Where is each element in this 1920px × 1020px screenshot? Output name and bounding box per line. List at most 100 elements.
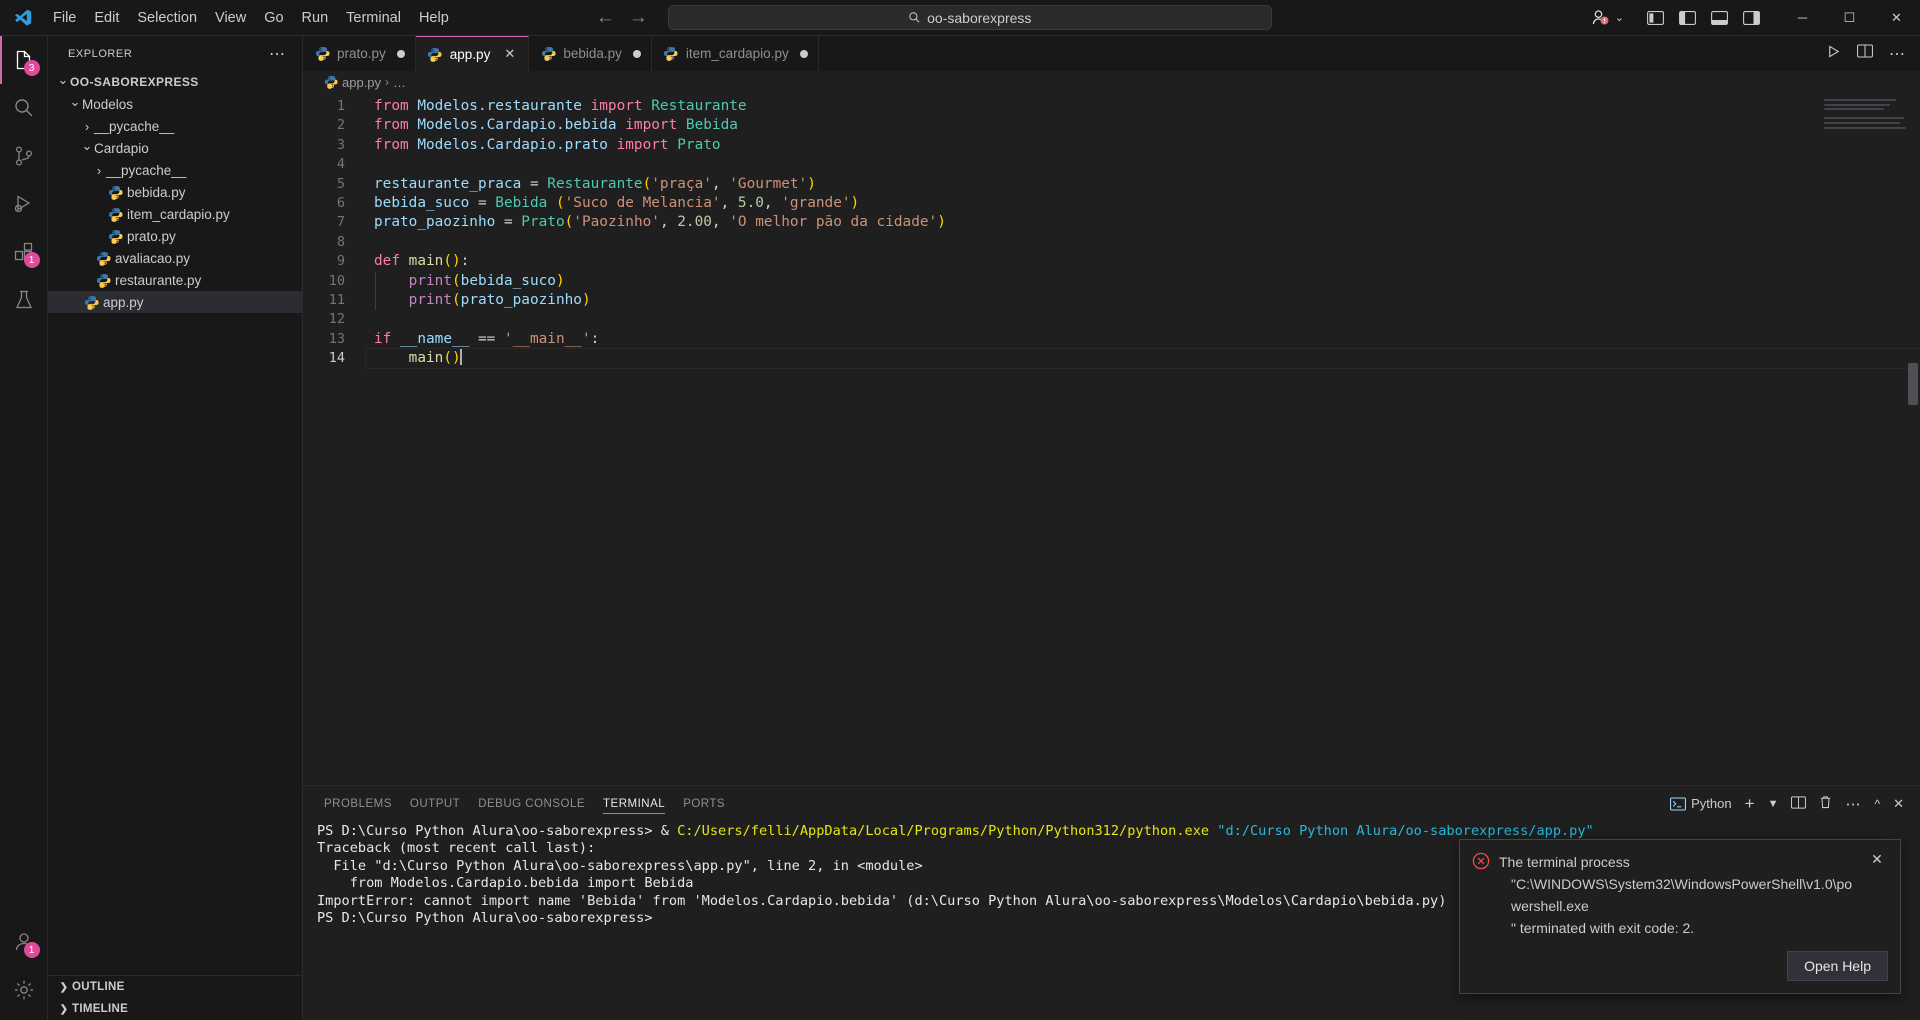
- chevron-up-icon[interactable]: ^: [1874, 797, 1880, 811]
- activity-item-explorer[interactable]: 3: [0, 36, 48, 84]
- code-line[interactable]: print(prato_paozinho): [366, 290, 1920, 311]
- code-token: Prato: [677, 136, 721, 153]
- chevron-right-icon: ❯: [59, 981, 69, 993]
- tree-item-oo-saborexpress[interactable]: ⌄ OO-SABOREXPRESS: [48, 71, 302, 93]
- notification-toast[interactable]: The terminal process "C:\WINDOWS\System3…: [1459, 839, 1901, 994]
- panel-tab-debug-console[interactable]: DEBUG CONSOLE: [469, 786, 594, 821]
- layout-panel-left-icon[interactable]: [1646, 9, 1665, 26]
- tree-item--pycache-[interactable]: › __pycache__: [48, 159, 302, 181]
- arrow-right-icon[interactable]: →: [629, 8, 648, 27]
- unsaved-indicator-icon[interactable]: [799, 49, 808, 58]
- activity-item-accounts[interactable]: 1: [0, 918, 48, 966]
- close-icon[interactable]: ✕: [1893, 796, 1904, 812]
- menu-run[interactable]: Run: [293, 0, 338, 35]
- menu-file[interactable]: File: [44, 0, 85, 35]
- beaker-icon: [15, 290, 32, 309]
- minimap[interactable]: [1824, 99, 1906, 137]
- code-line[interactable]: print(bebida_suco): [366, 271, 1920, 291]
- panel-tab-bar: PROBLEMS OUTPUT DEBUG CONSOLE TERMINAL P…: [303, 786, 1920, 821]
- editor-scrollbar[interactable]: [1906, 93, 1920, 785]
- layout-sidebar-right-icon[interactable]: [1742, 9, 1761, 26]
- section-outline[interactable]: ❯ OUTLINE: [48, 976, 302, 998]
- code-line[interactable]: [366, 155, 1920, 174]
- editor-tab-item-cardapio-py[interactable]: item_cardapio.py: [651, 36, 819, 71]
- more-actions-icon[interactable]: ⋯: [1845, 795, 1861, 813]
- menu-selection[interactable]: Selection: [128, 0, 206, 35]
- tree-item-prato-py[interactable]: ›prato.py: [48, 225, 302, 247]
- minimap-line: [1824, 121, 1900, 124]
- section-timeline[interactable]: ❯ TIMELINE: [48, 998, 302, 1020]
- tree-item-bebida-py[interactable]: ›bebida.py: [48, 181, 302, 203]
- tree-item-item-cardapio-py[interactable]: ›item_cardapio.py: [48, 203, 302, 225]
- more-actions-icon[interactable]: ⋯: [1889, 44, 1906, 64]
- chevron-down-icon[interactable]: ▼: [1768, 798, 1779, 810]
- code-editor[interactable]: 1 2 3 4 5 6 7 8 9 10 11 12 13 14 from Modelos.restaur…: [303, 93, 1920, 785]
- code-line[interactable]: prato_paozinho = Prato('Paozinho', 2.00,…: [366, 213, 1920, 232]
- more-actions-icon[interactable]: ⋯: [269, 44, 294, 64]
- command-center-search[interactable]: oo-saborexpress: [667, 5, 1272, 30]
- code-line[interactable]: from Modelos.restaurante import Restaura…: [366, 97, 1920, 116]
- unsaved-indicator-icon[interactable]: [396, 49, 405, 58]
- tree-item-cardapio[interactable]: ⌄ Cardapio: [48, 137, 302, 159]
- panel-tab-ports[interactable]: PORTS: [674, 786, 734, 821]
- unsaved-indicator-icon[interactable]: [632, 49, 641, 58]
- code-content[interactable]: from Modelos.restaurante import Restaura…: [365, 93, 1920, 785]
- maximize-button[interactable]: ☐: [1826, 0, 1873, 36]
- code-line[interactable]: [366, 233, 1920, 252]
- breadcrumb-file[interactable]: app.py: [342, 75, 381, 90]
- menu-help[interactable]: Help: [410, 0, 458, 35]
- activity-item-settings[interactable]: [0, 966, 48, 1014]
- activity-item-search[interactable]: [0, 84, 48, 132]
- panel-tab-output[interactable]: OUTPUT: [401, 786, 469, 821]
- editor-tab-bebida-py[interactable]: bebida.py: [529, 36, 652, 71]
- tree-item-modelos[interactable]: ⌄ Modelos: [48, 93, 302, 115]
- scrollbar-thumb[interactable]: [1908, 363, 1918, 405]
- terminal-selector[interactable]: Python: [1670, 796, 1732, 811]
- code-line[interactable]: def main():: [366, 252, 1920, 271]
- arrow-left-icon[interactable]: ←: [596, 8, 615, 27]
- tree-item-app-py[interactable]: ›app.py: [48, 291, 302, 313]
- code-token: if: [374, 330, 400, 347]
- layout-sidebar-left-icon[interactable]: [1678, 9, 1697, 26]
- panel-tab-terminal[interactable]: TERMINAL: [594, 786, 674, 821]
- activity-item-extensions[interactable]: 1: [0, 228, 48, 276]
- code-line[interactable]: from Modelos.Cardapio.bebida import Bebi…: [366, 116, 1920, 135]
- editor-tab-prato-py[interactable]: prato.py: [303, 36, 416, 71]
- close-button[interactable]: ✕: [1873, 0, 1920, 36]
- new-terminal-icon[interactable]: +: [1745, 794, 1755, 814]
- code-line[interactable]: if __name__ == '__main__':: [366, 330, 1920, 349]
- code-line[interactable]: from Modelos.Cardapio.prato import Prato: [366, 136, 1920, 155]
- layout-panel-bottom-icon[interactable]: [1710, 9, 1729, 26]
- tree-item--pycache-[interactable]: › __pycache__: [48, 115, 302, 137]
- remote-account-icon[interactable]: ⌄: [1592, 9, 1624, 27]
- tree-item-avaliacao-py[interactable]: ›avaliacao.py: [48, 247, 302, 269]
- code-line[interactable]: main(): [365, 348, 1920, 370]
- run-play-icon[interactable]: [1826, 44, 1841, 64]
- menu-edit[interactable]: Edit: [85, 0, 128, 35]
- menu-terminal[interactable]: Terminal: [337, 0, 410, 35]
- activity-item-source-control[interactable]: [0, 132, 48, 180]
- menu-view[interactable]: View: [206, 0, 255, 35]
- code-token: =: [529, 175, 548, 192]
- breadcrumb-tail[interactable]: …: [393, 75, 406, 90]
- code-token: ): [937, 214, 946, 231]
- code-line[interactable]: [366, 310, 1920, 329]
- close-icon[interactable]: ✕: [501, 46, 518, 63]
- panel-tab-problems[interactable]: PROBLEMS: [315, 786, 401, 821]
- split-terminal-icon[interactable]: [1791, 795, 1807, 812]
- code-line[interactable]: restaurante_praca = Restaurante('praça',…: [366, 175, 1920, 194]
- close-icon[interactable]: ✕: [1866, 851, 1888, 871]
- notification-line-2: "C:\WINDOWS\System32\WindowsPowerShell\v…: [1511, 876, 1853, 914]
- activity-item-run-debug[interactable]: [0, 180, 48, 228]
- minimize-button[interactable]: ─: [1779, 0, 1826, 36]
- code-token: Bebida: [495, 194, 556, 211]
- menu-go[interactable]: Go: [255, 0, 292, 35]
- line-number: 10: [328, 272, 345, 289]
- tree-item-restaurante-py[interactable]: ›restaurante.py: [48, 269, 302, 291]
- editor-tab-app-py[interactable]: app.py ✕: [415, 36, 530, 71]
- open-help-button[interactable]: Open Help: [1787, 951, 1888, 981]
- split-editor-icon[interactable]: [1857, 44, 1873, 63]
- kill-terminal-icon[interactable]: [1819, 795, 1832, 812]
- activity-item-testing[interactable]: [0, 276, 48, 324]
- code-line[interactable]: bebida_suco = Bebida ('Suco de Melancia'…: [366, 194, 1920, 213]
